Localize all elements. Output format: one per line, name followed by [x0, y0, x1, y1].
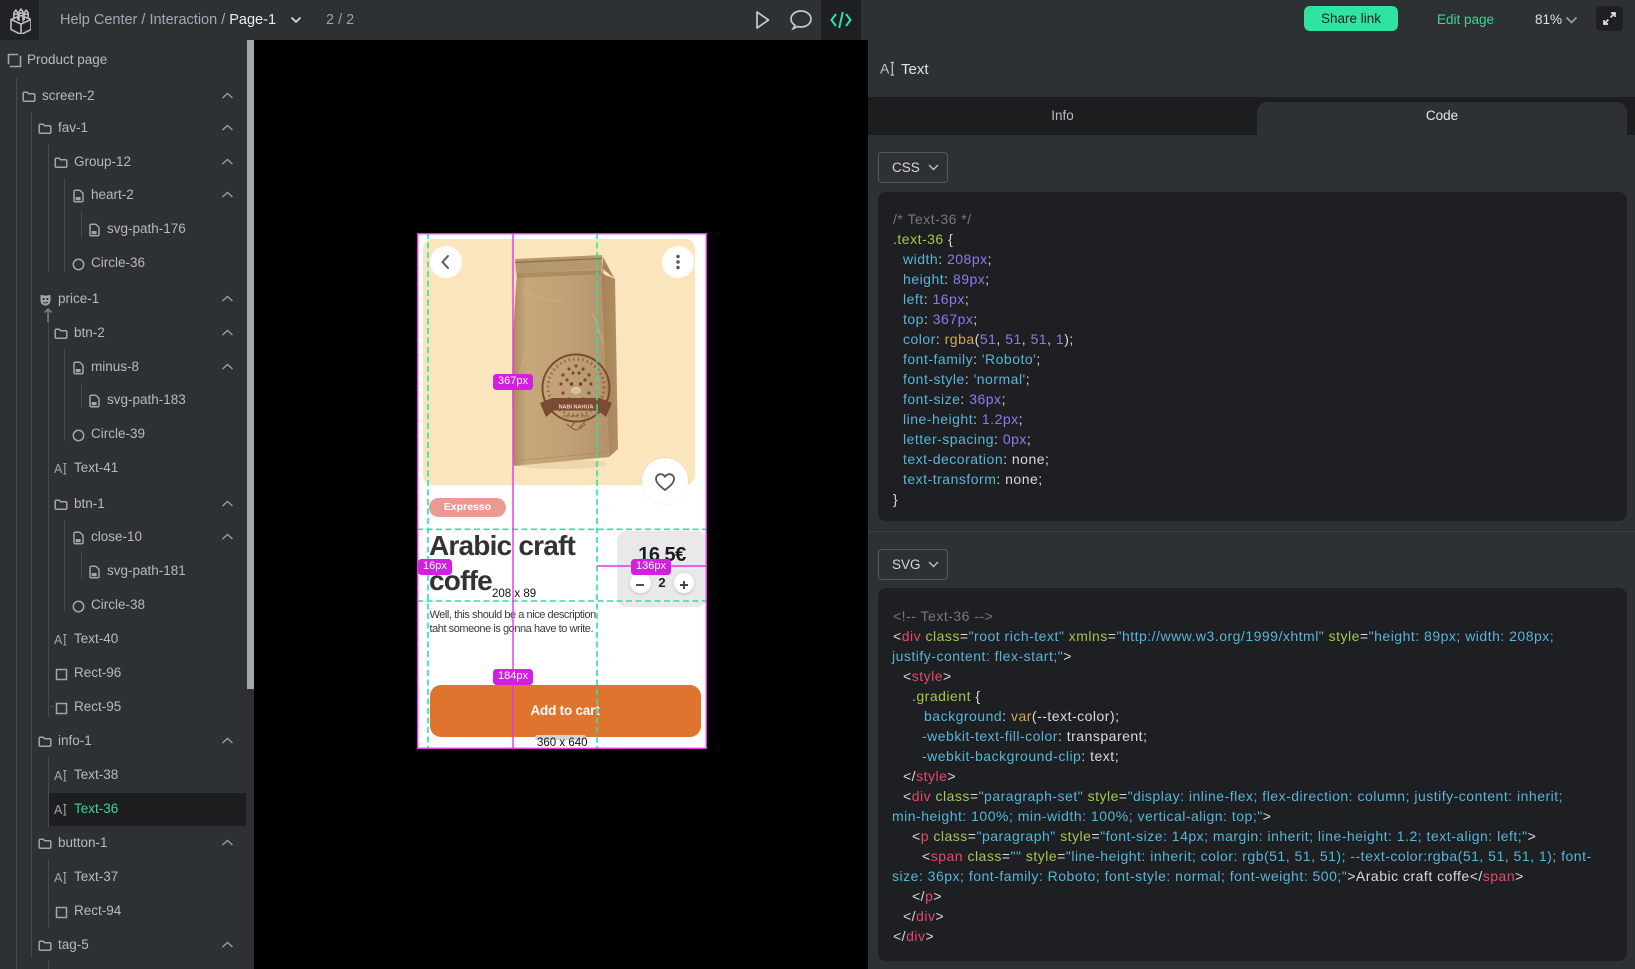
svg-text:A: A	[880, 61, 890, 77]
svg-text:A: A	[54, 803, 63, 817]
svg-text:A: A	[54, 462, 63, 476]
svg-text:A: A	[54, 769, 63, 783]
svg-text:A: A	[54, 633, 63, 647]
svg-text:A: A	[54, 871, 63, 885]
